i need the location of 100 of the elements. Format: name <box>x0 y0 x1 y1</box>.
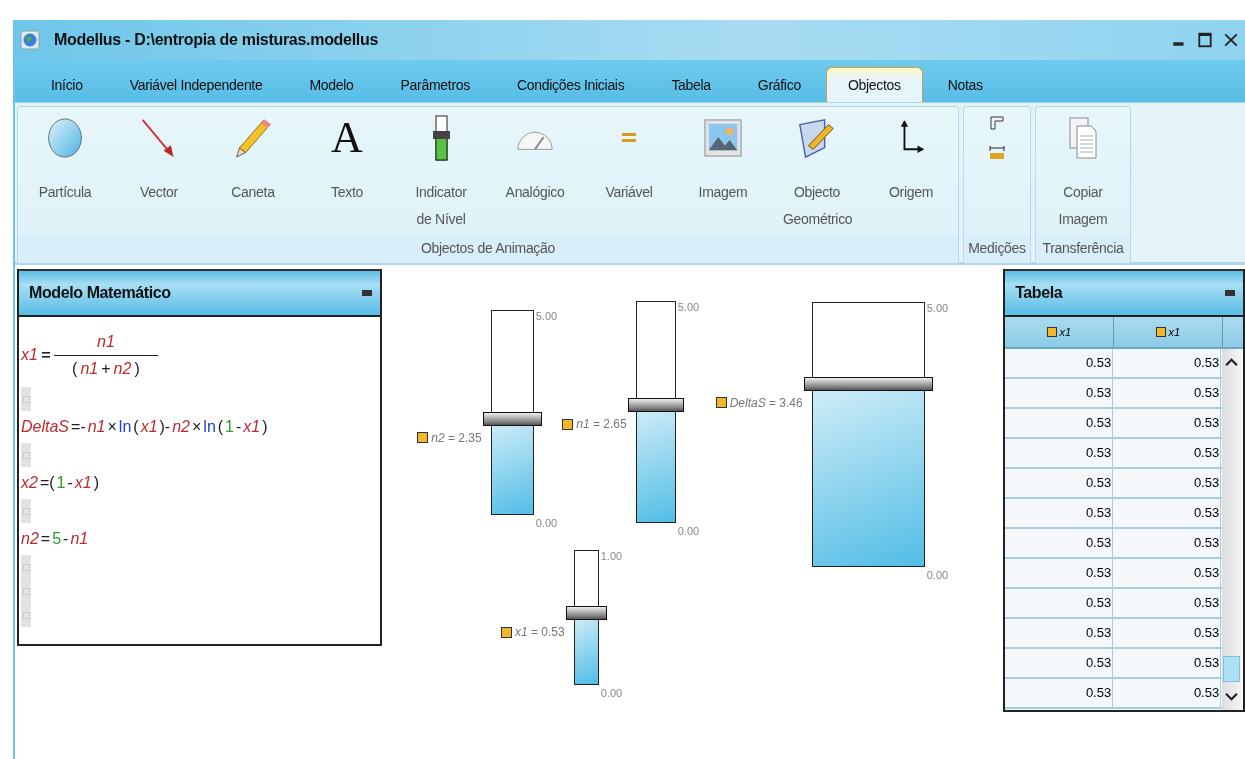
ribbon-button[interactable]: Partícula <box>18 107 112 235</box>
equation-token: x2 <box>21 474 38 492</box>
ribbon-tab[interactable]: Condições Iniciais <box>494 67 647 102</box>
variable-reading: DeltaS = 3.46 <box>729 395 803 410</box>
equation-token: n1 <box>80 359 99 378</box>
equation-token: ) <box>134 359 140 378</box>
window-title: Modellus - D:\entropia de misturas.modellus <box>54 31 379 49</box>
ribbon-button[interactable]: A Texto <box>300 107 394 235</box>
line-marker-icon <box>21 555 31 579</box>
variable-reading: x1 = 0.53 <box>515 625 565 640</box>
app-globe-icon <box>20 30 40 50</box>
group-label: Objectos de Animação <box>18 235 958 263</box>
table-cell: 0.53 <box>1113 469 1222 497</box>
scroll-thumb[interactable] <box>1223 656 1241 682</box>
corner-ruler-icon <box>990 116 1004 130</box>
equation-token: 1 <box>56 474 66 492</box>
scale-label: 5.00 <box>535 310 558 322</box>
table-cell: 0.53 <box>1005 619 1114 647</box>
column-header[interactable]: x1 <box>1005 317 1115 347</box>
scrollbar[interactable] <box>1222 349 1242 710</box>
table-cell: 0.53 <box>1113 559 1222 587</box>
table-cell: 0.53 <box>1005 529 1114 557</box>
equation-token: 1 <box>225 418 234 436</box>
line-marker-icon <box>21 603 31 627</box>
line-marker-icon <box>21 443 31 467</box>
equation-token: n2 <box>21 530 39 548</box>
ribbon-button[interactable]: Variável <box>582 107 676 235</box>
scale-label: 5.00 <box>926 302 949 314</box>
equation-token: - <box>236 418 242 436</box>
table-cell: 0.53 <box>1005 559 1114 587</box>
table-cell: 0.53 <box>1005 349 1114 377</box>
equation-token: n2 <box>172 418 190 436</box>
equals-icon <box>622 132 636 144</box>
line-marker-icon <box>21 387 31 411</box>
ribbon-tab[interactable]: Tabela <box>649 67 733 102</box>
level-handle[interactable] <box>565 606 607 621</box>
equation-token: n1 <box>87 418 106 436</box>
table-cell: 0.53 <box>1113 619 1222 647</box>
ribbon-button[interactable]: Imagem <box>676 107 770 235</box>
ribbon-button[interactable]: Vector <box>112 107 206 235</box>
panel-title: Modelo Matemático <box>29 284 171 302</box>
variable-square-icon <box>417 432 429 444</box>
table-cell: 0.53 <box>1005 589 1114 617</box>
equation-token: + <box>101 359 111 378</box>
variable-reading: n2 = 2.35 <box>431 430 482 445</box>
group-label: Medições <box>964 235 1030 263</box>
ribbon-tab[interactable]: Início <box>29 67 105 102</box>
variable-square-icon <box>501 626 512 638</box>
table-cell: 0.53 <box>1005 469 1114 497</box>
equation-token: =( <box>39 474 55 492</box>
ribbon-tab[interactable]: Modelo <box>287 67 376 102</box>
level-handle[interactable] <box>627 398 684 413</box>
circle-icon <box>45 118 85 158</box>
table-cell: 0.53 <box>1005 499 1114 527</box>
equation-token: x1 <box>74 474 92 492</box>
ribbon-tab[interactable]: Variável Independente <box>107 67 285 102</box>
equation-token: DeltaS <box>21 418 70 436</box>
equation-token: ) <box>93 474 100 492</box>
equation-token: =- <box>71 418 86 436</box>
equation-token: × <box>107 418 117 436</box>
close-icon[interactable] <box>1223 32 1239 48</box>
table-cell: 0.53 <box>1113 589 1222 617</box>
table-cell: 0.53 <box>1005 679 1114 707</box>
pencil-icon <box>233 116 273 160</box>
scale-label: 0.00 <box>535 517 558 529</box>
ribbon-button[interactable]: Objecto Geométrico <box>770 107 864 235</box>
equation-token: ln <box>203 418 216 436</box>
equation-token: )- <box>159 418 171 436</box>
ribbon-button[interactable]: Copiar Imagem <box>1036 107 1130 235</box>
maximize-icon[interactable] <box>1197 32 1213 48</box>
ribbon-tab[interactable]: Gráfico <box>735 67 823 102</box>
panel-title: Tabela <box>1015 284 1063 302</box>
equation-token: 5 <box>52 530 62 548</box>
equation-token: ) <box>262 418 268 436</box>
ribbon-tab[interactable]: Objectos <box>825 67 923 102</box>
scale-label: 0.00 <box>600 687 623 699</box>
level-indicator-icon <box>430 114 452 162</box>
table-cell: 0.53 <box>1113 439 1222 467</box>
equation-token: n1 <box>70 530 89 548</box>
equation-token: - <box>67 474 73 492</box>
equation-token: - <box>63 530 69 548</box>
equation-token: ( <box>217 418 224 436</box>
scale-label: 0.00 <box>677 525 700 537</box>
equation-token: × <box>192 418 202 436</box>
scale-label: 5.00 <box>677 301 700 313</box>
ribbon-button[interactable]: Caneta <box>206 107 300 235</box>
table-cell: 0.53 <box>1113 409 1222 437</box>
ribbon-button[interactable]: Indicator de Nível <box>394 107 488 235</box>
equation-token: ( <box>133 418 139 436</box>
equation-token: n2 <box>113 359 132 378</box>
ribbon-button[interactable]: Analógico <box>488 107 582 235</box>
scale-label: 1.00 <box>600 550 623 562</box>
minimize-icon[interactable] <box>361 290 372 296</box>
column-header[interactable]: x1 <box>1114 317 1224 347</box>
ribbon-button[interactable]: Origem <box>864 107 958 235</box>
table-cell: 0.53 <box>1005 379 1114 407</box>
equation-token: x1 <box>140 418 158 436</box>
level-handle[interactable] <box>482 411 542 426</box>
ribbon-tab[interactable]: Notas <box>925 67 1005 102</box>
ribbon-tab[interactable]: Parâmetros <box>378 67 492 102</box>
